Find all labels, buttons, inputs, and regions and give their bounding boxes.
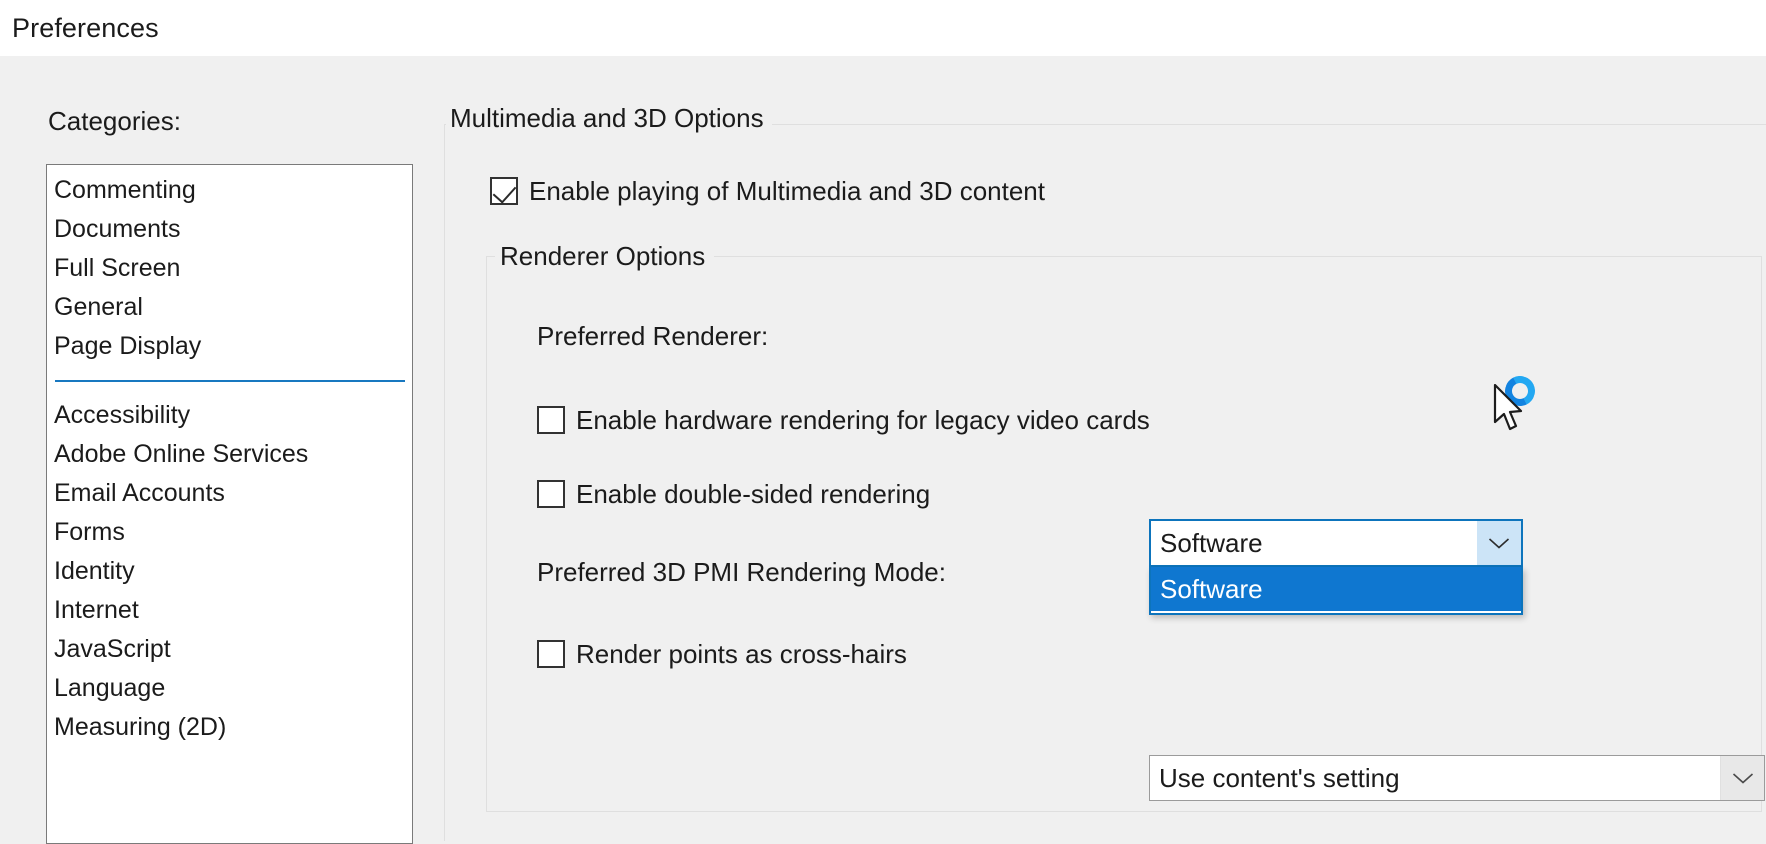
- pmi-rendering-mode-label: Preferred 3D PMI Rendering Mode:: [537, 557, 946, 587]
- sidebar-item-general[interactable]: General: [47, 288, 412, 327]
- category-listbox[interactable]: Commenting Documents Full Screen General…: [46, 164, 413, 844]
- enable-double-sided-checkbox[interactable]: [537, 480, 565, 508]
- preferred-renderer-option-software[interactable]: Software: [1151, 567, 1521, 611]
- chevron-down-icon: [1488, 538, 1510, 549]
- preferences-content: Categories: Commenting Documents Full Sc…: [0, 56, 1766, 844]
- sidebar-item-measuring-2d[interactable]: Measuring (2D): [47, 708, 412, 747]
- sidebar-item-javascript[interactable]: JavaScript: [47, 630, 412, 669]
- options-panel: Multimedia and 3D Options Enable playing…: [440, 56, 1766, 841]
- chevron-down-icon: [1732, 773, 1753, 784]
- renderer-options-group: Renderer Options Preferred Renderer: Ena…: [486, 239, 1765, 812]
- sidebar-separator: [47, 366, 412, 396]
- render-points-cross-hairs-label: Render points as cross-hairs: [576, 639, 907, 669]
- sidebar-item-full-screen[interactable]: Full Screen: [47, 249, 412, 288]
- pmi-rendering-mode-value: Use content's setting: [1159, 762, 1400, 793]
- pmi-rendering-mode-row: Preferred 3D PMI Rendering Mode:: [537, 557, 946, 587]
- sidebar-item-documents[interactable]: Documents: [47, 210, 412, 249]
- enable-multimedia-label: Enable playing of Multimedia and 3D cont…: [529, 176, 1045, 206]
- enable-double-sided-row[interactable]: Enable double-sided rendering: [537, 479, 930, 509]
- enable-multimedia-row[interactable]: Enable playing of Multimedia and 3D cont…: [490, 176, 1045, 206]
- categories-label: Categories:: [48, 106, 181, 136]
- arrow-cursor-icon: [1493, 384, 1523, 431]
- sidebar-item-page-display[interactable]: Page Display: [47, 327, 412, 366]
- sidebar-item-internet[interactable]: Internet: [47, 591, 412, 630]
- sidebar-item-identity[interactable]: Identity: [47, 552, 412, 591]
- enable-multimedia-checkbox[interactable]: [490, 177, 518, 205]
- sidebar-item-adobe-online-services[interactable]: Adobe Online Services: [47, 435, 412, 474]
- render-points-cross-hairs-row[interactable]: Render points as cross-hairs: [537, 639, 907, 669]
- sidebar-item-email-accounts[interactable]: Email Accounts: [47, 474, 412, 513]
- renderer-options-title: Renderer Options: [495, 239, 715, 273]
- preferred-renderer-combobox[interactable]: Software: [1149, 519, 1523, 567]
- sidebar-item-forms[interactable]: Forms: [47, 513, 412, 552]
- render-points-cross-hairs-checkbox[interactable]: [537, 640, 565, 668]
- preferred-renderer-value: Software: [1160, 527, 1263, 558]
- enable-double-sided-label: Enable double-sided rendering: [576, 479, 931, 509]
- window-title-bar: Preferences: [0, 0, 1766, 56]
- preferred-renderer-dropdown-list[interactable]: Software: [1149, 567, 1523, 615]
- page-title: Preferences: [12, 13, 159, 43]
- preferred-renderer-label: Preferred Renderer:: [537, 321, 769, 351]
- pmi-rendering-mode-combobox[interactable]: Use content's setting: [1149, 755, 1765, 801]
- preferred-renderer-dropdown-button[interactable]: [1477, 521, 1521, 565]
- sidebar-separator-line: [55, 380, 405, 382]
- sidebar-item-commenting[interactable]: Commenting: [47, 171, 412, 210]
- enable-hardware-rendering-label: Enable hardware rendering for legacy vid…: [576, 405, 1150, 435]
- sidebar-item-accessibility[interactable]: Accessibility: [47, 396, 412, 435]
- preferred-renderer-row: Preferred Renderer:: [537, 321, 768, 351]
- multimedia-3d-options-title: Multimedia and 3D Options: [446, 102, 772, 134]
- enable-hardware-rendering-row[interactable]: Enable hardware rendering for legacy vid…: [537, 405, 1150, 435]
- sidebar-item-language[interactable]: Language: [47, 669, 412, 708]
- enable-hardware-rendering-checkbox[interactable]: [537, 406, 565, 434]
- pmi-rendering-mode-dropdown-button[interactable]: [1720, 756, 1764, 800]
